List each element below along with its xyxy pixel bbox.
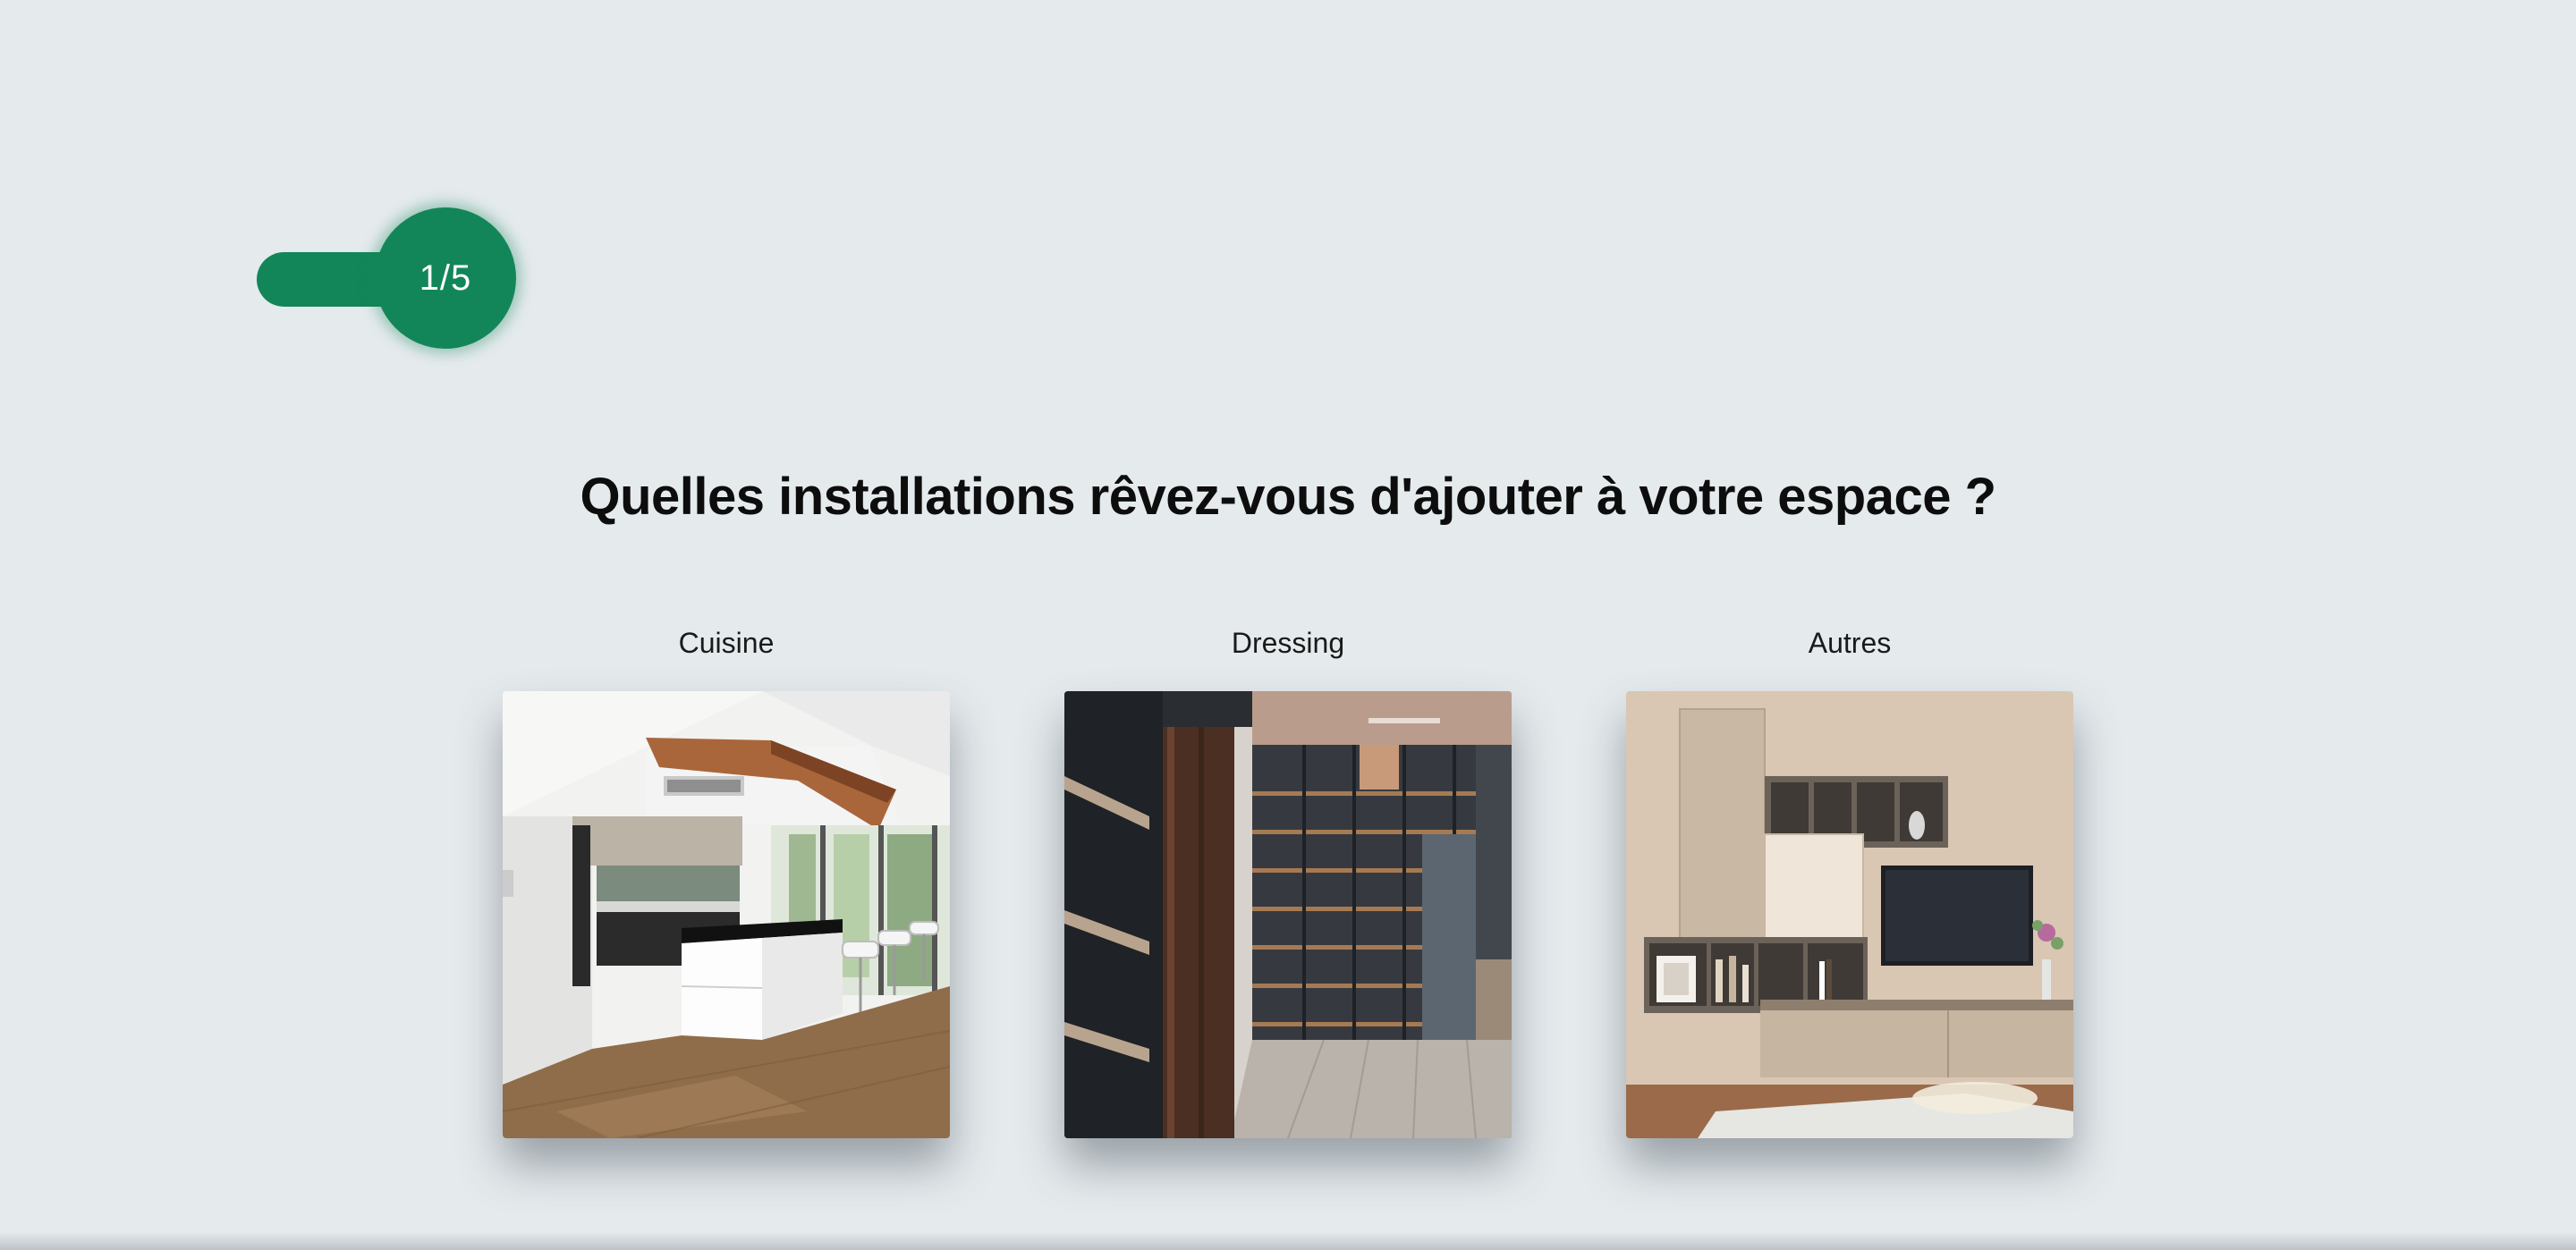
option-image-tv-unit[interactable] bbox=[1626, 691, 2073, 1138]
option-image-kitchen[interactable] bbox=[503, 691, 950, 1138]
bottom-edge-shadow bbox=[0, 1232, 2576, 1250]
question-title: Quelles installations rêvez-vous d'ajout… bbox=[580, 468, 1996, 526]
quiz-page: 1/5 Quelles installations rêvez-vous d'a… bbox=[0, 0, 2576, 1250]
progress-step-badge: 1/5 bbox=[375, 207, 516, 349]
option-card-cuisine[interactable]: Cuisine bbox=[503, 621, 950, 1138]
option-image-dressing[interactable] bbox=[1064, 691, 1512, 1138]
option-card-autres[interactable]: Autres bbox=[1626, 621, 2073, 1138]
option-label-cuisine: Cuisine bbox=[678, 627, 775, 659]
progress-indicator: 1/5 bbox=[257, 207, 597, 352]
options-list: Cuisine Dressing Autres bbox=[503, 621, 2073, 1138]
option-label-dressing: Dressing bbox=[1231, 627, 1345, 659]
option-label-autres: Autres bbox=[1808, 627, 1892, 659]
option-card-dressing[interactable]: Dressing bbox=[1064, 621, 1512, 1138]
